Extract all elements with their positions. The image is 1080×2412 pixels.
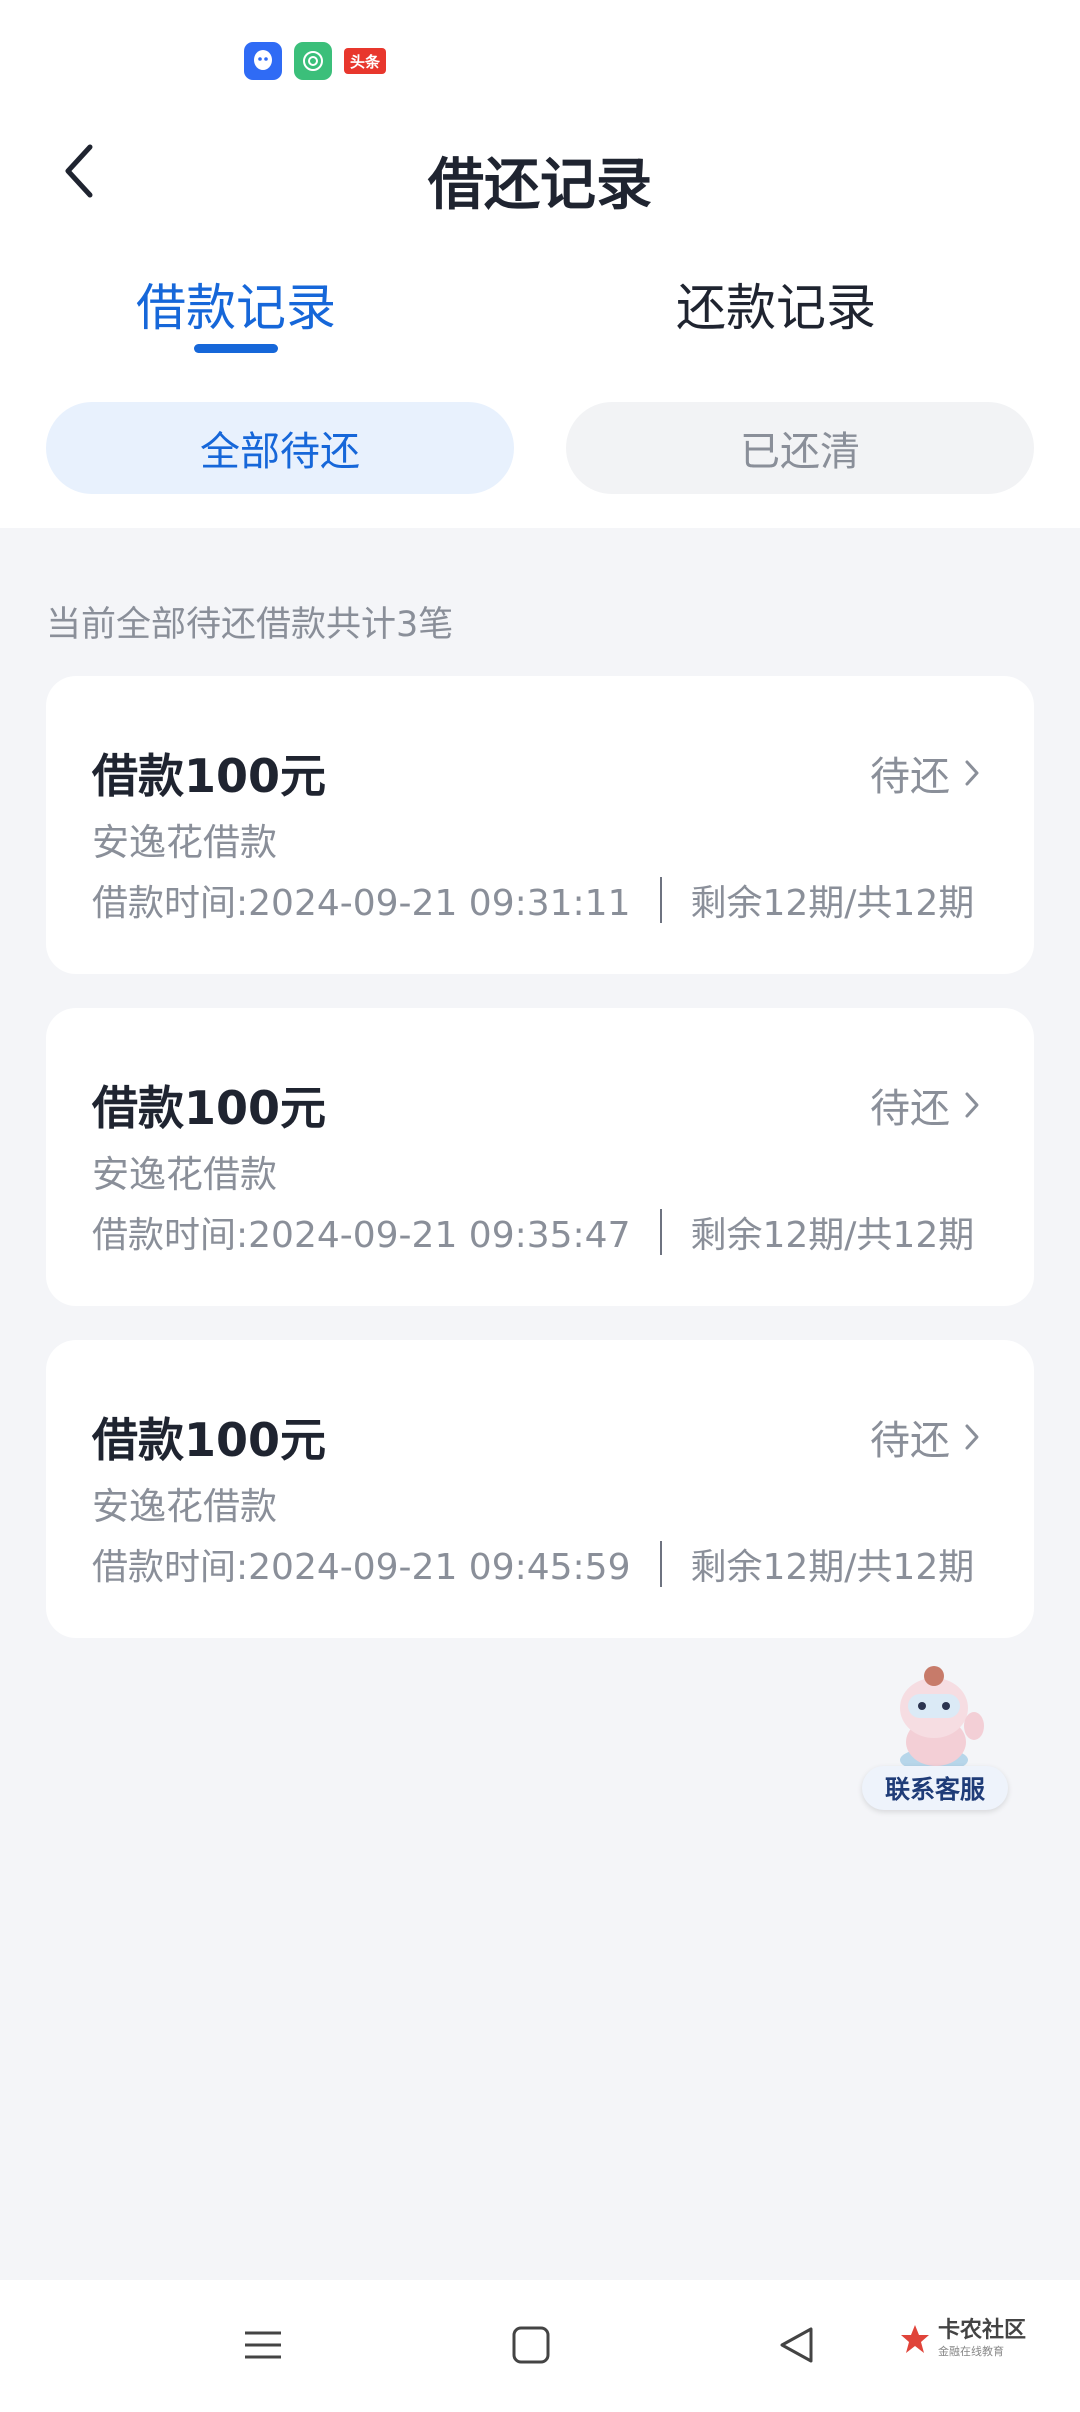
filter-all-pending[interactable]: 全部待还 — [46, 402, 514, 494]
loan-periods: 剩余12期/共12期 — [690, 1215, 975, 1256]
pending-summary: 当前全部待还借款共计3笔 — [46, 605, 454, 645]
loan-status-label: 待还 — [870, 1086, 950, 1132]
kanong-logo-icon — [901, 2324, 929, 2353]
qq-icon — [244, 42, 282, 80]
toutiao-icon: 头条 — [344, 48, 386, 74]
watermark-title: 卡农社区 — [938, 2318, 1027, 2343]
meta-divider — [660, 1541, 663, 1587]
loan-time: 借款时间:2024-09-21 09:35:47 — [92, 1215, 631, 1256]
tab-repay-records[interactable]: 还款记录 — [626, 268, 926, 340]
status-bar-icons: 头条 — [244, 42, 386, 80]
filter-paid-off[interactable]: 已还清 — [566, 402, 1034, 494]
nav-menu-button[interactable] — [228, 2310, 298, 2380]
loan-meta: 借款时间:2024-09-21 09:35:47 剩余12期/共12期 — [92, 1206, 974, 1258]
loan-periods: 剩余12期/共12期 — [690, 883, 975, 924]
tab-borrow-records[interactable]: 借款记录 — [86, 268, 386, 340]
loan-card[interactable]: 借款100元 待还 安逸花借款 借款时间:2024-09-21 09:35:47… — [46, 1008, 1034, 1306]
contact-support-label: 联系客服 — [862, 1766, 1008, 1810]
meta-divider — [660, 877, 663, 923]
home-square-icon — [512, 2326, 550, 2364]
page-title: 借还记录 — [428, 153, 652, 218]
loan-amount: 借款100元 — [92, 1413, 327, 1467]
loan-product: 安逸花借款 — [92, 1153, 277, 1196]
chevron-right-icon — [965, 760, 979, 786]
contact-support-button[interactable]: 联系客服 — [862, 1660, 1008, 1810]
chevron-right-icon — [965, 1092, 979, 1118]
toutiao-icon-label: 头条 — [349, 52, 380, 71]
loan-card[interactable]: 借款100元 待还 安逸花借款 借款时间:2024-09-21 09:45:59… — [46, 1340, 1034, 1638]
loan-status: 待还 — [870, 1408, 980, 1466]
header-area: 头条 借还记录 借款记录 还款记录 全部待还 已还清 — [0, 0, 1080, 528]
loan-card[interactable]: 借款100元 待还 安逸花借款 借款时间:2024-09-21 09:31:11… — [46, 676, 1034, 974]
loan-time: 借款时间:2024-09-21 09:45:59 — [92, 1547, 631, 1588]
kanong-watermark: 卡农社区 金融在线教育 — [898, 2320, 1026, 2357]
loan-status-label: 待还 — [870, 1418, 950, 1464]
watermark-subtitle: 金融在线教育 — [938, 2345, 1004, 2358]
loan-amount: 借款100元 — [92, 749, 327, 803]
green-app-icon — [294, 42, 332, 80]
loan-amount: 借款100元 — [92, 1081, 327, 1135]
loan-meta: 借款时间:2024-09-21 09:45:59 剩余12期/共12期 — [92, 1538, 974, 1590]
loan-time: 借款时间:2024-09-21 09:31:11 — [92, 883, 631, 924]
chevron-right-icon — [965, 1424, 979, 1450]
loan-product: 安逸花借款 — [92, 1485, 277, 1528]
nav-home-button[interactable] — [496, 2310, 566, 2380]
loan-meta: 借款时间:2024-09-21 09:31:11 剩余12期/共12期 — [92, 874, 974, 926]
menu-icon — [245, 2331, 281, 2359]
loan-status-label: 待还 — [870, 754, 950, 800]
loan-status: 待还 — [870, 744, 980, 802]
nav-back-button[interactable] — [762, 2310, 832, 2380]
mascot-icon — [900, 1666, 984, 1772]
active-tab-indicator — [194, 344, 278, 353]
loan-status: 待还 — [870, 1076, 980, 1134]
meta-divider — [660, 1209, 663, 1255]
loan-product: 安逸花借款 — [92, 821, 277, 864]
loan-periods: 剩余12期/共12期 — [690, 1547, 975, 1588]
back-triangle-icon — [780, 2327, 813, 2363]
